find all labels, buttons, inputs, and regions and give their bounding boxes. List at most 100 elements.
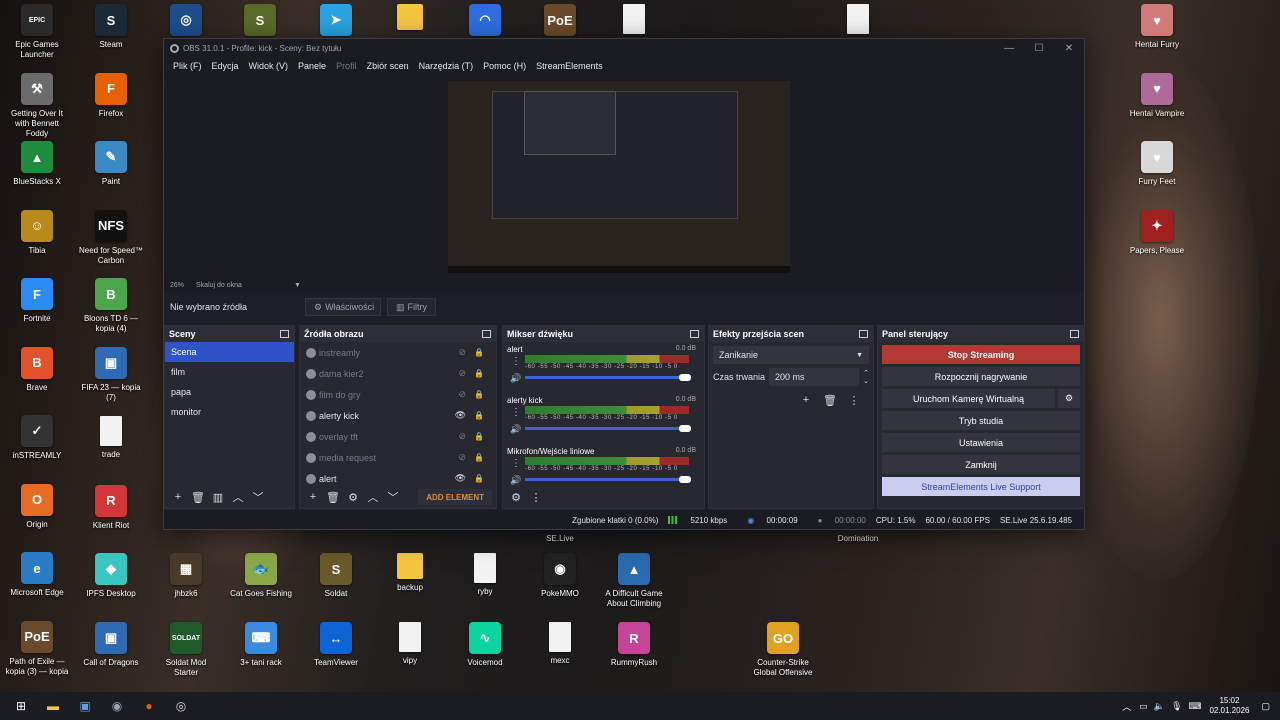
title-bar[interactable]: OBS 31.0.1 - Profile: kick - Sceny: Bez … [164,39,1084,57]
desktop-icon[interactable]: ▣ FIFA 23 — kopia (7) [78,346,144,403]
desktop-icon[interactable]: ↔ TeamViewer [303,622,369,668]
desktop-icon[interactable]: ✓ inSTREAMLY [4,415,70,461]
preview-area[interactable] [164,75,1084,279]
steam-icon[interactable]: ◉ [106,695,128,717]
studio-mode-button[interactable]: Tryb studia [882,411,1080,430]
eye-slash-icon[interactable]: ⊘ [458,347,466,358]
undock-icon[interactable] [690,330,699,338]
lock-icon[interactable]: 🔒 [474,369,484,378]
desktop-icon[interactable]: O Origin [4,483,70,530]
desktop-icon[interactable]: e Microsoft Edge [4,552,70,598]
desktop-icon[interactable]: trade [78,416,144,460]
desktop-icon[interactable]: ▣ Call of Dragons [78,621,144,668]
duration-input[interactable]: 200 ms [769,368,860,386]
lock-icon[interactable]: 🔒 [474,453,484,462]
desktop-icon[interactable]: ▲ A Difficult Game About Climbing [601,553,667,609]
desktop-icon[interactable]: vipy [377,622,443,666]
desktop-icon[interactable]: EPIC Epic Games Launcher [4,4,70,60]
chevron-down-icon[interactable]: ﹀ [384,489,402,505]
maximize-icon[interactable]: ☐ [1024,43,1054,54]
trash-icon[interactable]: 🗑 [324,489,342,505]
source-item[interactable]: alerty kick 👁 🔒 [300,405,496,426]
obs-icon[interactable]: ◎ [170,695,192,717]
menu-help[interactable]: Pomoc (H) [478,61,531,71]
notifications-icon[interactable]: ▢ [1261,701,1270,712]
desktop-icon[interactable]: B Brave [4,346,70,393]
firefox-icon[interactable]: ● [138,695,160,717]
desktop-icon[interactable]: ryby [452,553,518,597]
desktop-icon[interactable]: SOLDAT Soldat Mod Starter [153,622,219,678]
eye-slash-icon[interactable]: ⊘ [458,431,466,442]
minimize-icon[interactable]: — [994,43,1024,54]
scale-mode[interactable]: Skaluj do okna [196,282,242,289]
gear-icon[interactable]: ⚙ [1058,389,1080,408]
desktop-icon[interactable]: F Fortnite [4,278,70,324]
lock-icon[interactable]: 🔒 [474,411,484,420]
source-item[interactable]: film do gry ⊘ 🔒 [300,384,496,405]
kebab-menu-icon[interactable]: ⋮ [511,407,521,418]
desktop-icon[interactable]: B Bloons TD 6 — kopia (4) [78,278,144,334]
desktop-icon[interactable]: PoE [527,4,593,40]
desktop-icon[interactable]: F Firefox [78,72,144,119]
volume-slider[interactable] [525,476,691,483]
desktop-icon[interactable]: mexc [527,622,593,666]
menu-tools[interactable]: Narzędzia (T) [414,61,479,71]
desktop-icon[interactable]: S Soldat [303,553,369,599]
volume-slider[interactable] [525,374,691,381]
stepper-icon[interactable]: ⌃ ⌄ [863,369,869,385]
undock-icon[interactable] [482,330,491,338]
speaker-icon[interactable]: 🔊 [510,475,521,486]
desktop-icon[interactable]: S Steam [78,4,144,50]
desktop-icon[interactable] [825,4,891,38]
scene-item[interactable]: papa [165,382,294,402]
chevron-up-icon[interactable]: ︿ [1122,700,1131,713]
desktop-icon[interactable]: R RummyRush [601,622,667,668]
eye-icon[interactable]: 👁 [455,410,466,421]
menu-profile[interactable]: Profil [331,61,362,71]
trash-icon[interactable]: 🗑 [189,489,207,505]
desktop-icon[interactable]: ◆ IPFS Desktop [78,553,144,599]
source-item[interactable]: overlay tft ⊘ 🔒 [300,426,496,447]
desktop-icon[interactable]: ♥ Furry Feet [1124,141,1190,187]
settings-button[interactable]: Ustawienia [882,433,1080,452]
desktop-icon[interactable] [377,4,443,34]
filter-icon[interactable]: ▥ [209,489,227,505]
eye-slash-icon[interactable]: ⊘ [458,452,466,463]
stop-streaming-button[interactable]: Stop Streaming [882,345,1080,364]
desktop-icon[interactable]: ⌨ 3+ tani rack [228,622,294,668]
desktop-icon[interactable]: ➤ [303,4,369,40]
menu-edit[interactable]: Edycja [207,61,244,71]
gear-icon[interactable]: ⚙ [344,489,362,505]
eye-slash-icon[interactable]: ⊘ [458,368,466,379]
desktop-icon[interactable]: ▦ jhbzk6 [153,553,219,599]
undock-icon[interactable] [1070,330,1079,338]
desktop-icon[interactable]: ◉ PokeMMO [527,553,593,599]
desktop-icon[interactable]: ⚒ Getting Over It with Bennett Foddy [4,72,70,139]
kebab-menu-icon[interactable]: ⋮ [511,356,521,367]
desktop-icon[interactable]: ∿ Voicemod [452,622,518,668]
desktop-app-icon[interactable]: ▣ [74,695,96,717]
network-icon[interactable]: ▭ [1139,701,1148,712]
obs-window[interactable]: OBS 31.0.1 - Profile: kick - Sceny: Bez … [163,38,1085,530]
transition-select[interactable]: Zanikanie ▼ [713,346,869,364]
undock-icon[interactable] [280,330,289,338]
menu-streamelements[interactable]: StreamElements [531,61,608,71]
desktop-icon[interactable] [601,4,667,38]
lock-icon[interactable]: 🔒 [474,348,484,357]
add-icon[interactable]: + [304,489,322,505]
lock-icon[interactable]: 🔒 [474,474,484,483]
desktop-icon[interactable]: ✎ Paint [78,141,144,187]
source-item[interactable]: dama kier2 ⊘ 🔒 [300,363,496,384]
add-icon[interactable]: + [797,392,815,408]
start-recording-button[interactable]: Rozpocznij nagrywanie [882,367,1080,386]
trash-icon[interactable]: 🗑 [821,392,839,408]
desktop-icon[interactable]: backup [377,553,443,593]
desktop-icon[interactable]: ♥ Hentai Vampire [1124,72,1190,119]
chevron-up-icon[interactable]: ︿ [364,489,382,505]
exit-button[interactable]: Zamknij [882,455,1080,474]
lock-icon[interactable]: 🔒 [474,390,484,399]
eye-icon[interactable]: 👁 [455,473,466,484]
desktop-icon[interactable]: ▲ BlueStacks X [4,141,70,187]
language-icon[interactable]: ⌨ [1188,701,1201,712]
chevron-up-icon[interactable]: ︿ [229,489,247,505]
